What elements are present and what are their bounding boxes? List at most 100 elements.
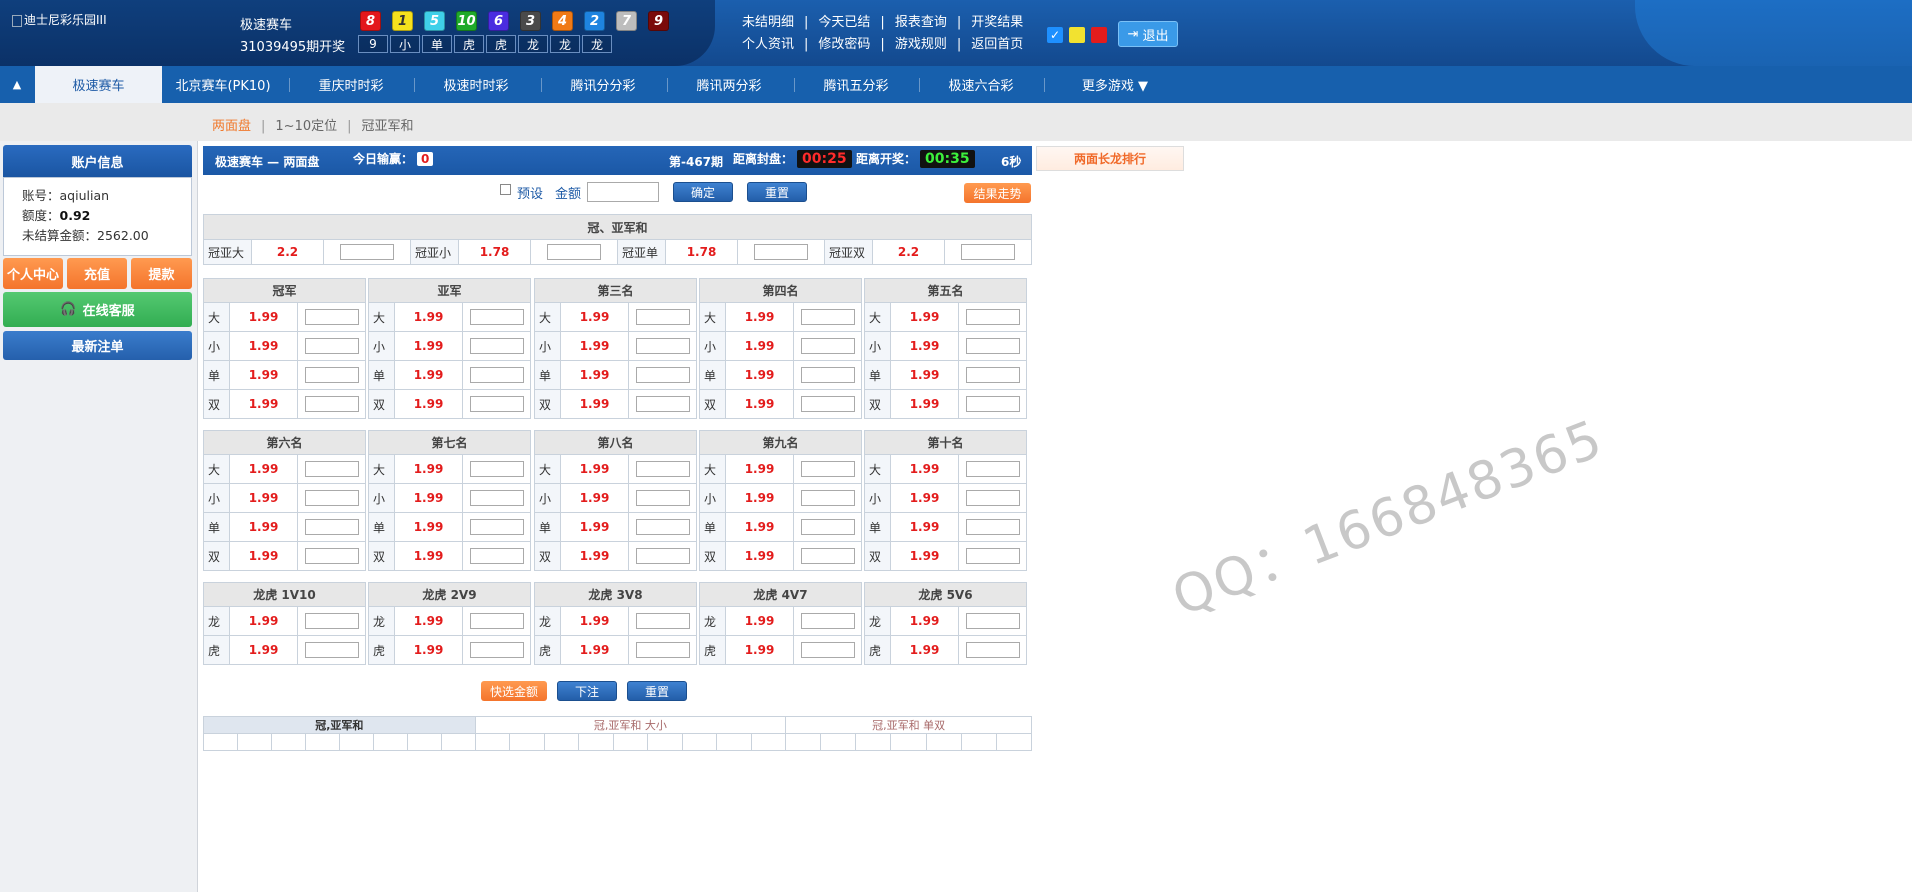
bet-amount-input[interactable] bbox=[800, 490, 855, 506]
bet-amount-input[interactable] bbox=[800, 519, 855, 535]
bet-odds: 1.99 bbox=[725, 635, 794, 665]
bet-amount-input[interactable] bbox=[304, 338, 359, 354]
bet-amount-input[interactable] bbox=[800, 396, 855, 412]
quick-amount-button[interactable]: 快选金额 bbox=[481, 681, 547, 701]
bet-amount-input[interactable] bbox=[304, 519, 359, 535]
bet-amount-input[interactable] bbox=[800, 309, 855, 325]
bet-amount-input[interactable] bbox=[754, 244, 808, 260]
reset-button[interactable]: 重置 bbox=[747, 182, 808, 202]
results-tab-sum[interactable]: 冠,亚军和 bbox=[203, 716, 476, 734]
logout-button[interactable]: ⇥ 退出 bbox=[1118, 21, 1178, 47]
withdraw-button[interactable]: 提款 bbox=[131, 258, 192, 289]
subnav-tab[interactable]: 两面盘 bbox=[212, 119, 251, 134]
bet-amount-input[interactable] bbox=[547, 244, 601, 260]
bet-amount-input[interactable] bbox=[469, 367, 524, 383]
bet-amount-input[interactable] bbox=[304, 490, 359, 506]
top-link[interactable]: 修改密码 bbox=[818, 37, 870, 52]
nav-tab[interactable]: 腾讯五分彩 bbox=[795, 66, 917, 103]
bet-amount-input[interactable] bbox=[635, 396, 690, 412]
bet-amount-input[interactable] bbox=[800, 367, 855, 383]
nav-tab[interactable]: 腾讯两分彩 bbox=[668, 66, 790, 103]
long-dragon-ranking-tab[interactable]: 两面长龙排行 bbox=[1036, 146, 1184, 171]
bet-amount-input[interactable] bbox=[635, 309, 690, 325]
preset-checkbox[interactable] bbox=[500, 183, 511, 195]
nav-tab[interactable]: 极速赛车 bbox=[35, 66, 162, 103]
bet-amount-input[interactable] bbox=[965, 396, 1020, 412]
top-link[interactable]: 返回首页 bbox=[971, 37, 1023, 52]
bet-amount-input[interactable] bbox=[800, 461, 855, 477]
theme-swatch[interactable] bbox=[1069, 27, 1085, 43]
bet-amount-input[interactable] bbox=[469, 490, 524, 506]
results-tab-oddeven[interactable]: 冠,亚军和 单双 bbox=[785, 716, 1032, 734]
bet-amount-input[interactable] bbox=[304, 367, 359, 383]
top-link[interactable]: 未结明细 bbox=[742, 15, 794, 30]
bet-amount-input[interactable] bbox=[965, 309, 1020, 325]
bet-amount-input[interactable] bbox=[965, 613, 1020, 629]
online-service-button[interactable]: 🎧 在线客服 bbox=[3, 292, 192, 327]
bet-amount-input[interactable] bbox=[800, 338, 855, 354]
theme-swatch-checked[interactable]: ✓ bbox=[1047, 27, 1063, 43]
bet-amount-input[interactable] bbox=[965, 519, 1020, 535]
logo[interactable]: 迪士尼彩乐园III bbox=[12, 11, 107, 28]
bet-amount-input[interactable] bbox=[635, 490, 690, 506]
deposit-button[interactable]: 充值 bbox=[67, 258, 127, 289]
bet-amount-input[interactable] bbox=[635, 519, 690, 535]
subnav-tab[interactable]: 冠亚军和 bbox=[362, 119, 414, 134]
personal-center-button[interactable]: 个人中心 bbox=[3, 258, 63, 289]
bet-amount-input[interactable] bbox=[965, 490, 1020, 506]
bet-amount-input[interactable] bbox=[469, 642, 524, 658]
bet-amount-input[interactable] bbox=[469, 309, 524, 325]
bet-amount-input[interactable] bbox=[469, 461, 524, 477]
bet-amount-input[interactable] bbox=[469, 519, 524, 535]
bet-amount-input[interactable] bbox=[469, 548, 524, 564]
bet-amount-input[interactable] bbox=[304, 548, 359, 564]
top-link[interactable]: 游戏规则 bbox=[895, 37, 947, 52]
theme-swatch[interactable] bbox=[1091, 27, 1107, 43]
bet-amount-input[interactable] bbox=[635, 338, 690, 354]
bet-amount-input[interactable] bbox=[469, 396, 524, 412]
confirm-button[interactable]: 确定 bbox=[673, 182, 734, 202]
bet-amount-input[interactable] bbox=[304, 613, 359, 629]
refresh-timer[interactable]: 6秒 bbox=[1001, 153, 1021, 170]
reset-bottom-button[interactable]: 重置 bbox=[627, 681, 687, 701]
bet-amount-input[interactable] bbox=[635, 367, 690, 383]
bet-amount-input[interactable] bbox=[304, 642, 359, 658]
top-link[interactable]: 个人资讯 bbox=[742, 37, 794, 52]
bet-amount-input[interactable] bbox=[800, 642, 855, 658]
bet-amount-input[interactable] bbox=[965, 548, 1020, 564]
nav-tab[interactable]: 极速时时彩 bbox=[415, 66, 537, 103]
nav-tab[interactable]: 更多游戏 ▼ bbox=[1045, 66, 1185, 103]
nav-tab[interactable]: 北京赛车(PK10) bbox=[162, 66, 284, 103]
bet-amount-input[interactable] bbox=[800, 613, 855, 629]
nav-tab[interactable]: 腾讯分分彩 bbox=[542, 66, 664, 103]
latest-bets-button[interactable]: 最新注单 bbox=[3, 331, 192, 360]
bet-amount-input[interactable] bbox=[635, 548, 690, 564]
nav-tab[interactable]: 重庆时时彩 bbox=[290, 66, 412, 103]
bet-amount-input[interactable] bbox=[304, 461, 359, 477]
subnav-tab[interactable]: 1~10定位 bbox=[275, 119, 337, 134]
place-bet-button[interactable]: 下注 bbox=[557, 681, 617, 701]
bet-amount-input[interactable] bbox=[965, 642, 1020, 658]
top-link[interactable]: 报表查询 bbox=[895, 15, 947, 30]
bet-amount-input[interactable] bbox=[965, 461, 1020, 477]
result-trend-button[interactable]: 结果走势 bbox=[964, 183, 1031, 203]
amount-input[interactable] bbox=[587, 182, 660, 202]
nav-tab[interactable]: 极速六合彩 bbox=[920, 66, 1042, 103]
bet-amount-input[interactable] bbox=[635, 613, 690, 629]
bet-amount-input[interactable] bbox=[965, 338, 1020, 354]
bet-amount-input[interactable] bbox=[304, 309, 359, 325]
bet-amount-input[interactable] bbox=[635, 642, 690, 658]
bet-amount-input[interactable] bbox=[340, 244, 394, 260]
bet-amount-input[interactable] bbox=[469, 338, 524, 354]
bet-amount-input[interactable] bbox=[469, 613, 524, 629]
bet-amount-input[interactable] bbox=[961, 244, 1015, 260]
bet-amount-input[interactable] bbox=[800, 548, 855, 564]
sub-nav: 两面盘 | 1~10定位 | 冠亚军和 bbox=[0, 103, 1912, 141]
results-tab-bigsmall[interactable]: 冠,亚军和 大小 bbox=[474, 716, 787, 734]
bet-amount-input[interactable] bbox=[635, 461, 690, 477]
top-link[interactable]: 开奖结果 bbox=[971, 15, 1023, 30]
collapse-arrow-icon[interactable]: ▲ bbox=[0, 66, 34, 103]
bet-amount-input[interactable] bbox=[304, 396, 359, 412]
top-link[interactable]: 今天已结 bbox=[818, 15, 870, 30]
bet-amount-input[interactable] bbox=[965, 367, 1020, 383]
